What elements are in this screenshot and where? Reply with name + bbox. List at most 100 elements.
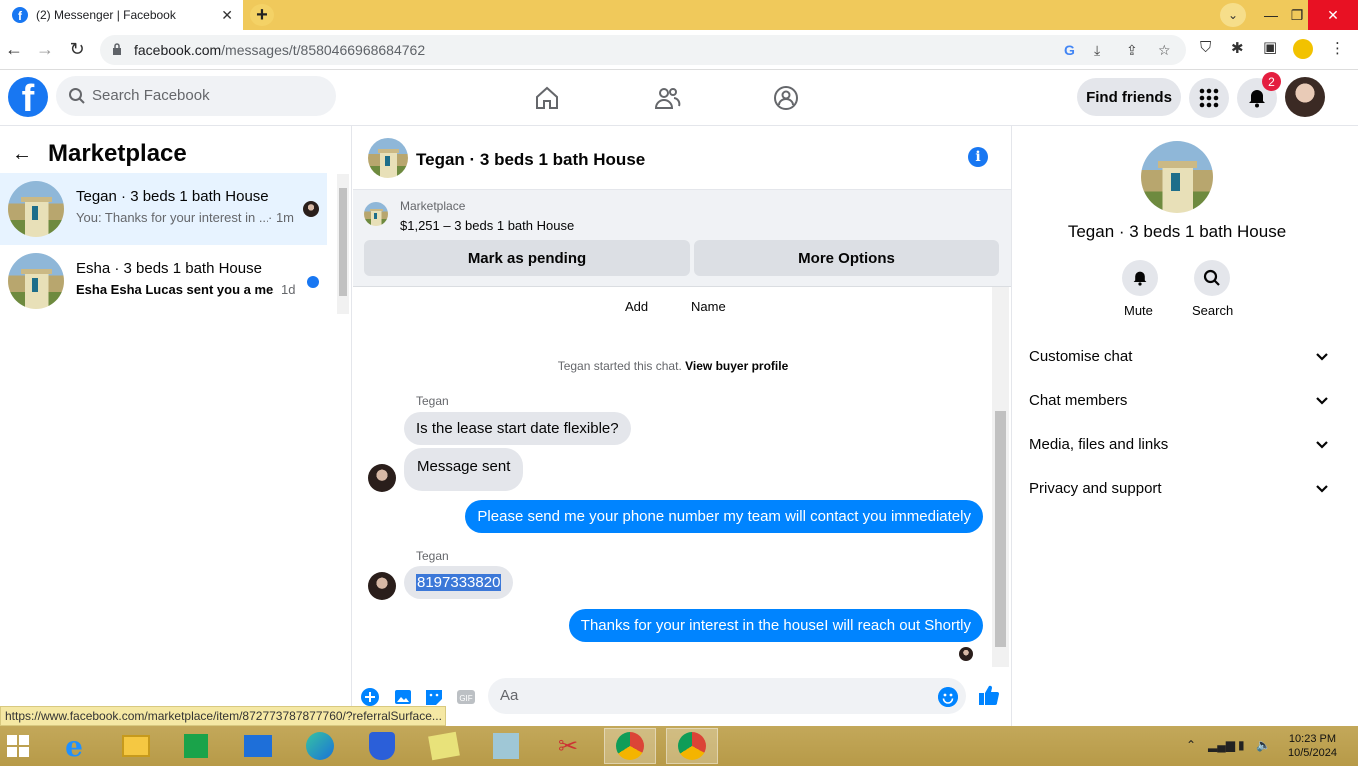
browser-tab[interactable]: f (2) Messenger | Facebook ✕ (0, 0, 243, 30)
home-icon[interactable] (533, 84, 561, 112)
message-input[interactable]: Aa (488, 678, 966, 714)
search-label: Search (1192, 303, 1234, 318)
read-receipt-avatar (303, 201, 319, 217)
chat-scrollbar[interactable] (992, 287, 1009, 667)
menu-grid-button[interactable] (1189, 78, 1229, 118)
gif-icon[interactable]: GIF (456, 687, 476, 707)
chrome-profile-icon[interactable] (1293, 39, 1313, 59)
tab-search-button[interactable]: ⌄ (1220, 3, 1246, 27)
left-scrollbar[interactable] (337, 174, 349, 314)
photo-icon[interactable] (393, 687, 413, 707)
section-label: Privacy and support (1029, 480, 1162, 497)
chat-panel: Tegan · 3 beds 1 bath House i Marketplac… (353, 126, 1011, 726)
address-bar[interactable]: facebook.com/messages/t/8580466968684762… (100, 35, 1186, 65)
more-options-button[interactable]: More Options (694, 240, 999, 276)
customise-chat-row[interactable]: Customise chat (1029, 336, 1329, 380)
listing-name: Tegan · 3 beds 1 bath House (1067, 222, 1287, 241)
emoji-icon[interactable] (938, 687, 958, 707)
chat-listing-thumbnail[interactable] (368, 138, 408, 178)
browser-tab-strip: f (2) Messenger | Facebook ✕ + ⌄ — ❐ ✕ (0, 0, 1358, 30)
side-panel-icon[interactable]: ▣ (1263, 38, 1277, 56)
section-label: Customise chat (1029, 348, 1133, 365)
notes-app-icon[interactable] (418, 728, 470, 764)
back-arrow-icon[interactable]: ← (12, 143, 32, 166)
volume-icon[interactable]: 🔈 (1256, 738, 1271, 752)
bookmark-star-icon[interactable]: ☆ (1158, 42, 1171, 59)
mark-as-pending-button[interactable]: Mark as pending (364, 240, 690, 276)
windows-taskbar: e ✂ ⌃ ▂▄▆ ▮ 🔈 10:23 PM 10/5/2024 (0, 726, 1358, 766)
chrome-profile-h-icon[interactable] (604, 728, 656, 764)
install-icon[interactable]: ⤓ (1094, 42, 1100, 59)
plus-icon[interactable] (360, 687, 380, 707)
internet-explorer-icon[interactable]: e (48, 728, 100, 764)
left-scrollbar-thumb[interactable] (339, 188, 347, 296)
selected-phone-number[interactable]: 8197333820 (416, 574, 502, 591)
conversation-item-esha[interactable]: Esha · 3 beds 1 bath House Esha Esha Luc… (0, 245, 327, 317)
extensions-puzzle-icon[interactable]: ✱ (1231, 39, 1244, 57)
message-sender: Tegan (416, 549, 449, 563)
search-in-chat-button[interactable] (1192, 260, 1232, 296)
search-placeholder: Search Facebook (92, 87, 210, 104)
name-action-label[interactable]: Name (691, 299, 726, 314)
window-close-button[interactable]: ✕ (1308, 0, 1358, 30)
start-button[interactable] (0, 728, 36, 764)
tray-expand-icon[interactable]: ⌃ (1186, 738, 1196, 752)
bell-icon (1133, 271, 1147, 286)
mail-icon[interactable] (232, 728, 284, 764)
outgoing-message[interactable]: Please send me your phone number my team… (465, 500, 983, 533)
new-tab-button[interactable]: + (250, 4, 274, 26)
tab-title: (2) Messenger | Facebook (36, 8, 176, 22)
conversation-item-tegan[interactable]: Tegan · 3 beds 1 bath House You: Thanks … (0, 173, 327, 245)
mute-button[interactable] (1120, 260, 1160, 296)
incoming-message[interactable]: Message sent (404, 448, 524, 491)
sticker-icon[interactable] (424, 687, 444, 707)
section-label: Media, files and links (1029, 436, 1169, 453)
snipping-tool-icon[interactable]: ✂ (542, 728, 594, 764)
system-clock[interactable]: 10:23 PM 10/5/2024 (1288, 732, 1337, 760)
friends-icon[interactable] (653, 84, 681, 112)
incoming-message[interactable]: 8197333820 (404, 566, 514, 599)
profile-avatar[interactable] (1285, 77, 1325, 117)
add-action-label[interactable]: Add (625, 299, 648, 314)
extension-shield-icon[interactable]: ⛉ (1200, 39, 1211, 56)
find-friends-button[interactable]: Find friends (1077, 78, 1181, 116)
groups-icon[interactable] (772, 84, 800, 112)
notification-badge: 2 (1262, 72, 1281, 91)
file-explorer-icon[interactable] (110, 728, 162, 764)
google-icon[interactable]: G (1064, 42, 1075, 58)
security-app-icon[interactable] (356, 728, 408, 764)
windows-logo-icon (7, 735, 29, 757)
media-files-links-row[interactable]: Media, files and links (1029, 424, 1329, 468)
chat-title[interactable]: Tegan · 3 beds 1 bath House (416, 150, 645, 170)
facebook-search-input[interactable]: Search Facebook (56, 76, 336, 116)
view-buyer-profile-link[interactable]: View buyer profile (685, 359, 788, 373)
sender-avatar[interactable] (368, 572, 396, 600)
chrome-active-icon[interactable] (666, 728, 718, 764)
facebook-favicon-icon: f (12, 7, 28, 23)
browser-toolbar: ← → ↻ facebook.com/messages/t/8580466968… (0, 30, 1358, 70)
back-icon[interactable]: ← (3, 39, 25, 60)
store-icon[interactable] (170, 728, 222, 764)
outgoing-message[interactable]: Thanks for your interest in the houseI w… (568, 609, 983, 642)
clock-date: 10/5/2024 (1288, 747, 1337, 759)
facebook-logo-icon[interactable]: f (8, 77, 48, 117)
sender-avatar[interactable] (368, 464, 396, 492)
privacy-support-row[interactable]: Privacy and support (1029, 468, 1329, 512)
edge-icon[interactable] (294, 728, 346, 764)
listing-detail[interactable]: $1,251 – 3 beds 1 bath House (400, 218, 574, 233)
chrome-menu-icon[interactable]: ⋮ (1330, 39, 1345, 57)
message-sender: Tegan (416, 394, 449, 408)
chat-members-row[interactable]: Chat members (1029, 380, 1329, 424)
thumbs-up-icon[interactable] (978, 684, 1000, 706)
info-icon[interactable]: i (968, 147, 988, 167)
listing-large-thumbnail[interactable] (1141, 141, 1213, 213)
forward-icon[interactable]: → (34, 39, 56, 60)
incoming-message[interactable]: Is the lease start date flexible? (404, 412, 631, 445)
close-tab-icon[interactable]: ✕ (221, 7, 233, 24)
network-icon[interactable]: ▂▄▆ (1208, 738, 1235, 752)
share-icon[interactable]: ⇪ (1126, 42, 1138, 59)
battery-icon[interactable]: ▮ (1238, 738, 1245, 752)
editor-app-icon[interactable] (480, 728, 532, 764)
chat-scrollbar-thumb[interactable] (995, 411, 1006, 647)
reload-icon[interactable]: ↻ (66, 39, 88, 60)
